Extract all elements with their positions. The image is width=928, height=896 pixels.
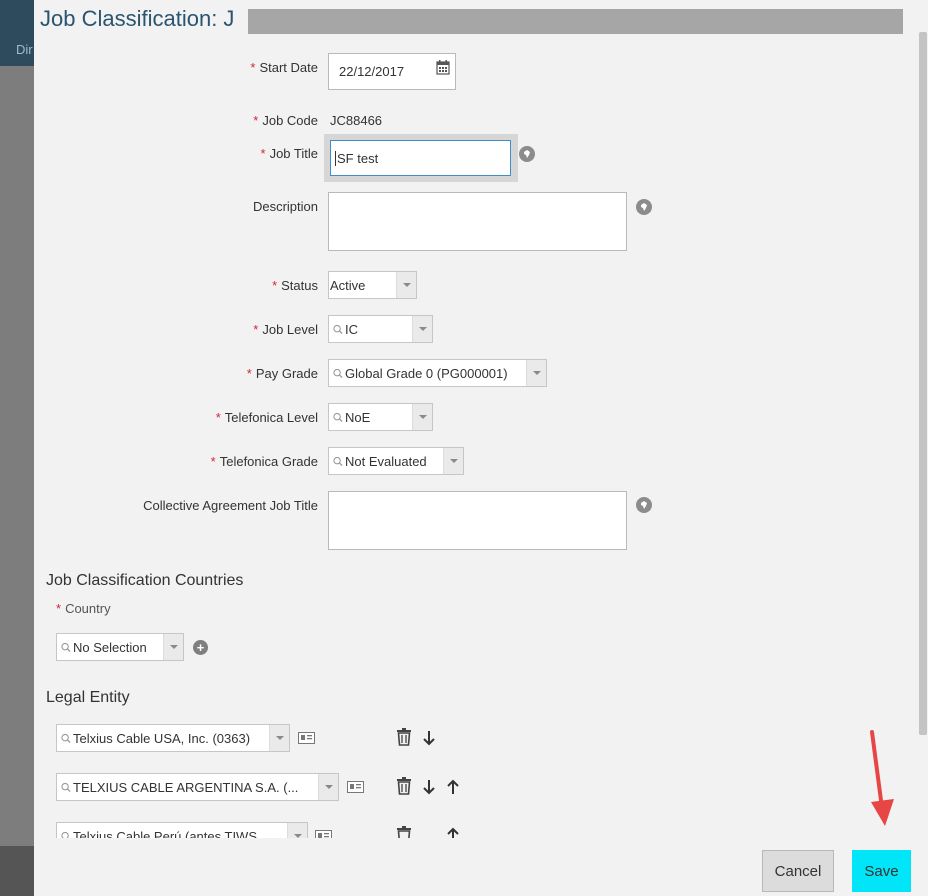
legal-entity-row-clip: Telxius Cable Perú (antes TIWS... xyxy=(34,818,914,838)
pay-grade-select[interactable]: Global Grade 0 (PG000001) xyxy=(328,359,547,387)
legal-entity-section-heading: Legal Entity xyxy=(46,689,130,706)
save-button[interactable]: Save xyxy=(852,850,911,892)
legal-entity-value: TELXIUS CABLE ARGENTINA S.A. (... xyxy=(73,779,299,795)
background-nav-text: Dir xyxy=(16,42,33,57)
chevron-down-icon[interactable] xyxy=(318,774,338,800)
job-title-label: * Job Title xyxy=(260,146,318,161)
job-title-value: SF test xyxy=(335,150,379,166)
legal-entity-value: Telxius Cable Perú (antes TIWS... xyxy=(73,828,268,839)
calendar-icon[interactable] xyxy=(436,60,450,75)
annotation-arrow-icon xyxy=(870,730,894,826)
dialog-title: Job Classification: J xyxy=(40,6,235,31)
status-label: * Status xyxy=(272,278,318,293)
arrow-up-icon[interactable] xyxy=(445,826,461,838)
chevron-down-icon[interactable] xyxy=(163,634,183,660)
cancel-button[interactable]: Cancel xyxy=(762,850,834,892)
chevron-down-icon[interactable] xyxy=(269,725,289,751)
trash-icon[interactable] xyxy=(396,728,412,746)
card-icon[interactable] xyxy=(347,781,364,793)
description-label: Description xyxy=(252,199,318,214)
telefonica-grade-label: * Telefonica Grade xyxy=(210,454,318,469)
search-icon xyxy=(57,733,71,744)
start-date-input[interactable]: 22/12/2017 xyxy=(328,53,456,90)
telefonica-level-value: NoE xyxy=(345,409,371,425)
search-icon xyxy=(329,456,343,467)
telefonica-level-select[interactable]: NoE xyxy=(328,403,433,431)
search-icon xyxy=(329,368,343,379)
description-textarea[interactable] xyxy=(328,192,627,251)
collective-agreement-label: Collective Agreement Job Title xyxy=(143,498,318,513)
trash-icon[interactable] xyxy=(396,777,412,795)
search-icon xyxy=(57,642,71,653)
card-icon[interactable] xyxy=(315,830,332,838)
legal-entity-value: Telxius Cable USA, Inc. (0363) xyxy=(73,730,251,746)
search-icon xyxy=(57,782,71,793)
country-select[interactable]: No Selection xyxy=(56,633,184,661)
telefonica-level-label: * Telefonica Level xyxy=(215,410,318,425)
chevron-down-icon[interactable] xyxy=(287,823,307,838)
start-date-label: * Start Date xyxy=(250,60,318,75)
chevron-down-icon[interactable] xyxy=(412,404,432,430)
add-country-plus-icon[interactable]: + xyxy=(193,640,208,655)
chevron-down-icon[interactable] xyxy=(396,272,416,298)
chevron-down-icon[interactable] xyxy=(443,448,463,474)
card-icon[interactable] xyxy=(298,732,315,744)
job-code-label: * Job Code xyxy=(253,113,318,128)
countries-section-heading: Job Classification Countries xyxy=(46,572,244,589)
globe-icon[interactable] xyxy=(636,497,652,513)
status-value: Active xyxy=(330,277,366,293)
arrow-down-icon[interactable] xyxy=(421,778,437,796)
chevron-down-icon[interactable] xyxy=(412,316,432,342)
legal-entity-select[interactable]: Telxius Cable USA, Inc. (0363) xyxy=(56,724,290,752)
telefonica-grade-select[interactable]: Not Evaluated xyxy=(328,447,464,475)
job-classification-dialog: Job Classification: J * Start Date 22/12/… xyxy=(34,0,928,896)
globe-icon[interactable] xyxy=(636,199,652,215)
globe-icon[interactable] xyxy=(519,146,535,162)
job-title-input[interactable]: SF test xyxy=(330,140,511,176)
trash-icon[interactable] xyxy=(396,826,412,838)
country-value: No Selection xyxy=(73,639,147,655)
redacted-title-area xyxy=(248,9,903,34)
collective-agreement-textarea[interactable] xyxy=(328,491,627,550)
search-icon xyxy=(329,412,343,423)
pay-grade-label: * Pay Grade xyxy=(246,366,318,381)
scrollbar-thumb[interactable] xyxy=(919,32,927,735)
search-icon xyxy=(57,831,71,838)
legal-entity-select[interactable]: TELXIUS CABLE ARGENTINA S.A. (... xyxy=(56,773,339,801)
job-code-value: JC88466 xyxy=(330,113,383,128)
job-level-label: * Job Level xyxy=(253,322,318,337)
legal-entity-select[interactable]: Telxius Cable Perú (antes TIWS... xyxy=(56,822,308,838)
arrow-down-icon[interactable] xyxy=(421,729,437,747)
chevron-down-icon[interactable] xyxy=(526,360,546,386)
arrow-up-icon[interactable] xyxy=(445,778,461,796)
country-label: * Country xyxy=(56,601,111,616)
status-select[interactable]: Active xyxy=(328,271,417,299)
telefonica-grade-value: Not Evaluated xyxy=(345,453,427,469)
job-level-select[interactable]: IC xyxy=(328,315,433,343)
search-icon xyxy=(329,324,343,335)
pay-grade-value: Global Grade 0 (PG000001) xyxy=(345,365,508,381)
job-level-value: IC xyxy=(345,321,358,337)
